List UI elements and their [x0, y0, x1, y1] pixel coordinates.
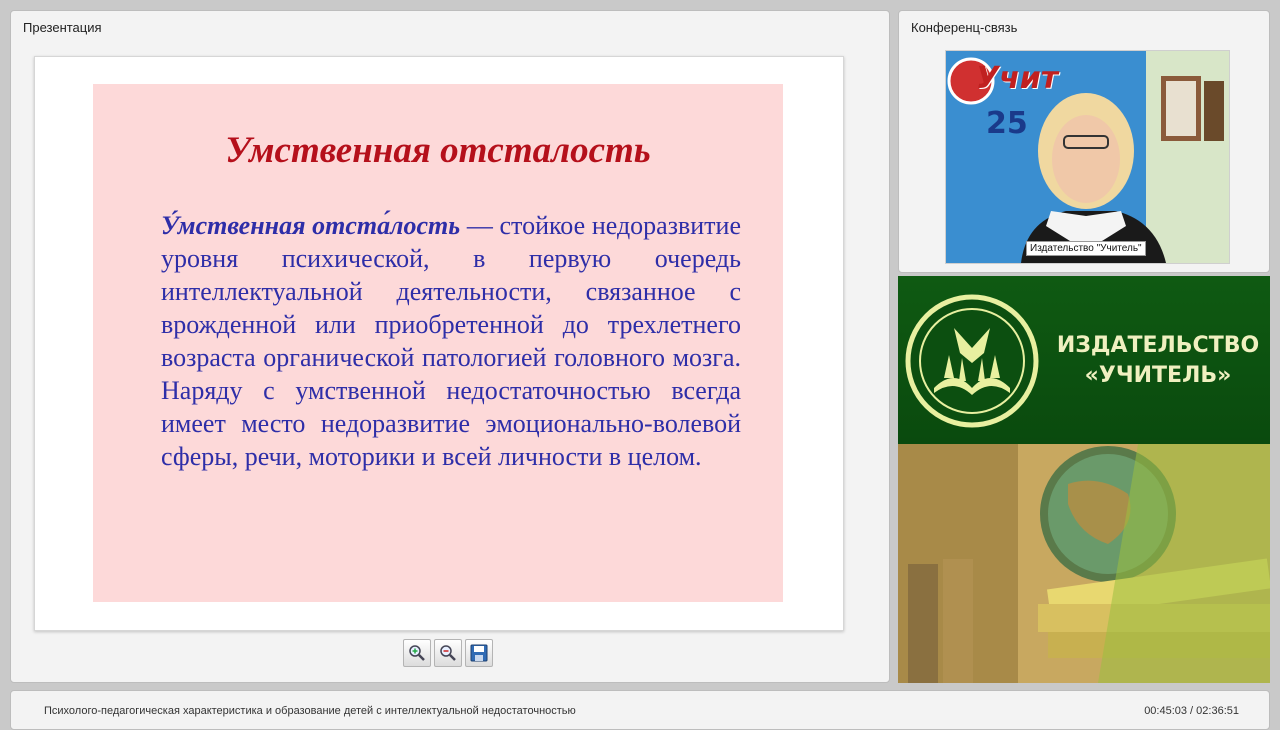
video-bg-logo-text: Учит: [976, 61, 1059, 96]
conference-panel-title: Конференц-связь: [911, 20, 1018, 35]
zoom-out-icon: [440, 645, 456, 661]
slide-body-text: — стойкое недоразвитие уровня психическо…: [161, 211, 741, 471]
zoom-in-button[interactable]: [403, 639, 431, 667]
books-globe-illustration: [898, 444, 1270, 683]
video-speaker-label: Издательство "Учитель": [1026, 241, 1146, 256]
zoom-in-icon: [409, 645, 425, 661]
slide-term: У́мственная отста́лость: [161, 211, 461, 240]
video-feed[interactable]: Учит 25 Издательство "Учитель": [945, 50, 1230, 264]
save-button[interactable]: [465, 639, 493, 667]
banner-image: [898, 444, 1270, 683]
presentation-panel-title: Презентация: [23, 20, 102, 35]
banner-title: ИЗДАТЕЛЬСТВО «УЧИТЕЛЬ»: [1053, 331, 1263, 391]
bottom-bar: Психолого-педагогическая характеристика …: [10, 690, 1270, 730]
zoom-out-button[interactable]: [434, 639, 462, 667]
lecture-title: Психолого-педагогическая характеристика …: [44, 705, 576, 717]
playback-time: 00:45:03 / 02:36:51: [1144, 705, 1239, 717]
slide-body: У́мственная отста́лость — стойкое недора…: [161, 209, 741, 473]
slide-content: Умственная отсталость У́мственная отста́…: [93, 84, 783, 602]
banner-line-2: «УЧИТЕЛЬ»: [1084, 363, 1232, 388]
conference-panel: Конференц-связь Учит 25 Издательство "Уч…: [898, 10, 1270, 273]
presentation-panel: Презентация Умственная отсталость У́мств…: [10, 10, 890, 683]
publisher-logo-icon: [905, 294, 1039, 428]
floppy-disk-icon: [470, 644, 488, 662]
presentation-toolbar: [403, 639, 493, 669]
banner-line-1: ИЗДАТЕЛЬСТВО: [1056, 333, 1260, 358]
slide-frame: Умственная отсталость У́мственная отста́…: [34, 56, 844, 631]
video-bg-number: 25: [986, 106, 1028, 141]
slide-heading: Умственная отсталость: [225, 130, 651, 171]
banner-header: ИЗДАТЕЛЬСТВО «УЧИТЕЛЬ»: [898, 276, 1270, 444]
publisher-banner: ИЗДАТЕЛЬСТВО «УЧИТЕЛЬ»: [898, 276, 1270, 683]
